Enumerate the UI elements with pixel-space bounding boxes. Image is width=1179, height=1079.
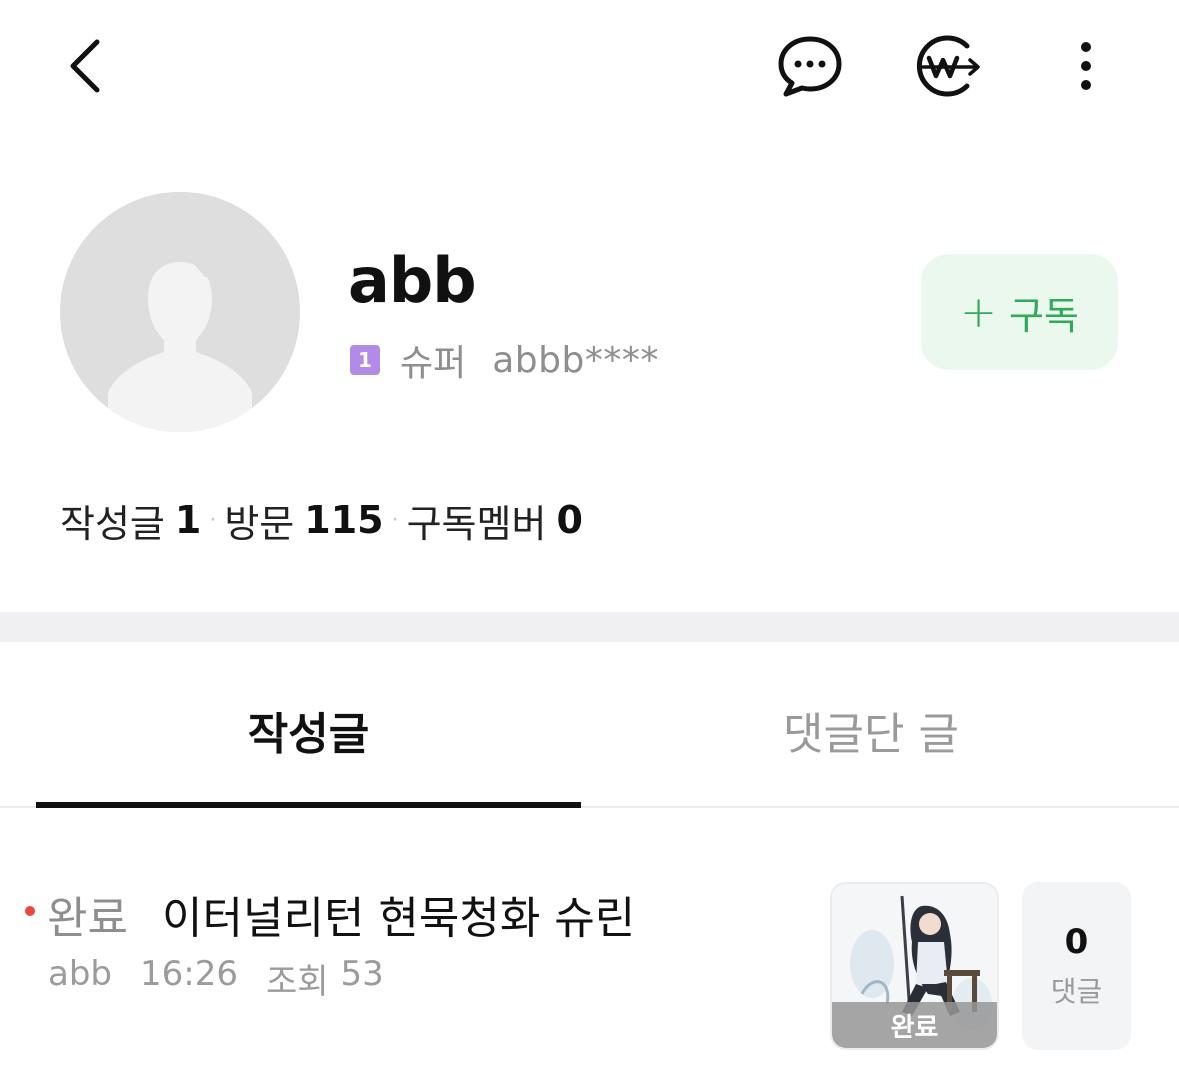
- back-icon: [70, 39, 100, 93]
- more-vertical-icon: [1081, 42, 1091, 90]
- level-badge-icon: 1: [350, 345, 380, 375]
- section-divider: [0, 612, 1179, 642]
- active-tab-indicator: [36, 802, 581, 808]
- level-name: 슈퍼: [400, 343, 467, 384]
- subscribers-stat-label: 구독멤버: [406, 501, 547, 546]
- post-status-label: 완료: [47, 893, 128, 944]
- more-button[interactable]: [1060, 30, 1112, 102]
- top-bar: [0, 0, 1179, 135]
- post-meta: abb 16:26 조회 53: [48, 954, 412, 1003]
- visits-stat-value: 115: [304, 498, 384, 542]
- profile-nickname: abb: [348, 244, 477, 317]
- chat-button[interactable]: [772, 30, 848, 102]
- stat-separator: ·: [209, 507, 217, 533]
- profile-meta: 1 슈퍼 abbb****: [350, 338, 659, 384]
- default-avatar-icon: [60, 192, 300, 432]
- chat-bubble-icon: [778, 36, 842, 97]
- subscribe-label: 구독: [1008, 293, 1079, 338]
- back-button[interactable]: [50, 30, 120, 102]
- post-time: 16:26: [140, 954, 238, 994]
- subscribe-button[interactable]: + 구독: [921, 254, 1118, 370]
- comment-label: 댓글: [1050, 975, 1103, 1008]
- tab-posts[interactable]: 작성글: [36, 690, 581, 770]
- comment-count: 0: [1064, 922, 1089, 962]
- user-id: abbb****: [492, 339, 659, 381]
- avatar[interactable]: [60, 192, 300, 432]
- w-share-button[interactable]: [908, 30, 988, 102]
- w-share-icon: [916, 35, 980, 97]
- tab-commented-posts[interactable]: 댓글단 글: [581, 690, 1161, 770]
- post-views: 53: [340, 954, 384, 994]
- post-views-label: 조회: [265, 962, 329, 1002]
- thumbnail-status-badge: 완료: [832, 1002, 997, 1048]
- stat-separator: ·: [391, 507, 399, 533]
- subscribers-stat-value: 0: [556, 498, 583, 542]
- post-title[interactable]: 이터널리턴 현묵청화 슈린: [162, 882, 635, 946]
- posts-stat-label: 작성글: [60, 501, 165, 546]
- posts-stat-value: 1: [174, 498, 202, 542]
- comment-count-button[interactable]: 0 댓글: [1022, 882, 1131, 1050]
- visits-stat-label: 방문: [224, 501, 295, 546]
- post-author: abb: [48, 954, 112, 994]
- profile-stats: 작성글 1 · 방문 115 · 구독멤버 0: [60, 492, 583, 548]
- plus-icon: +: [960, 286, 997, 338]
- post-thumbnail[interactable]: 완료: [830, 882, 999, 1050]
- new-post-dot: [25, 906, 35, 916]
